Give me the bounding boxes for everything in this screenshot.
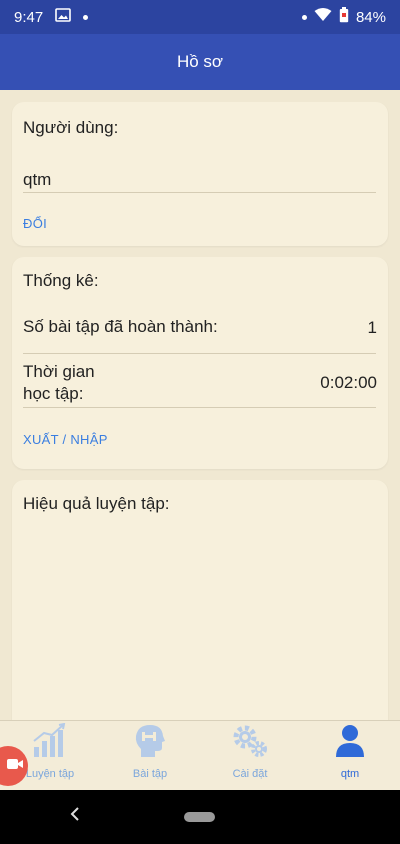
battery-percent: 84% — [355, 8, 386, 26]
username-value: qtm — [23, 170, 52, 189]
nav-item-exercises[interactable]: Bài tập — [100, 721, 200, 790]
notification-dot-icon — [301, 14, 307, 20]
export-import-button[interactable]: XUẤT / NHẬP — [23, 432, 108, 447]
completed-exercises-value: 1 — [367, 318, 377, 337]
status-time: 9:47 — [14, 8, 44, 26]
gallery-notification-icon — [55, 8, 72, 26]
nav-label: Luyện tập — [25, 768, 75, 780]
battery-icon — [339, 7, 349, 27]
study-time-value: 0:02:00 — [320, 373, 377, 392]
bottom-nav: Luyện tập Bài tập Cài đặt qtm — [0, 720, 400, 790]
chart-bars-icon — [30, 722, 70, 764]
head-dumbbell-icon — [133, 723, 167, 764]
divider — [23, 192, 376, 193]
back-icon[interactable] — [70, 806, 80, 827]
wifi-icon — [314, 8, 332, 26]
status-bar: 9:47 84% — [0, 0, 400, 34]
nav-item-settings[interactable]: Cài đặt — [200, 721, 300, 790]
nav-item-profile[interactable]: qtm — [300, 721, 400, 790]
notification-dot-icon — [83, 14, 89, 20]
effectiveness-card: Hiệu quả luyện tập: — [12, 480, 388, 720]
study-time-label: Thời gian học tập: — [23, 361, 95, 405]
stats-card: Thống kê: Số bài tập đã hoàn thành: 1 Th… — [12, 257, 388, 469]
home-button[interactable] — [184, 812, 215, 822]
study-time-label-line2: học tập: — [23, 384, 84, 403]
gears-icon — [230, 723, 270, 764]
user-card: Người dùng: qtm ĐỔI — [12, 102, 388, 246]
divider — [23, 407, 376, 408]
nav-label: qtm — [340, 768, 360, 780]
study-time-label-line1: Thời gian — [23, 362, 95, 381]
change-user-button[interactable]: ĐỔI — [23, 216, 47, 231]
stats-card-title: Thống kê: — [23, 271, 99, 290]
completed-exercises-label: Số bài tập đã hoàn thành: — [23, 317, 218, 336]
user-card-title: Người dùng: — [23, 118, 119, 137]
nav-label: Bài tập — [132, 768, 168, 780]
system-nav-bar — [0, 790, 400, 844]
divider — [23, 353, 376, 354]
person-icon — [333, 723, 367, 764]
page-title: Hồ sơ — [176, 52, 224, 71]
app-bar: Hồ sơ — [0, 34, 400, 90]
nav-label: Cài đặt — [232, 768, 268, 780]
video-camera-icon — [6, 757, 24, 776]
effectiveness-card-title: Hiệu quả luyện tập: — [23, 494, 170, 513]
profile-content[interactable]: Người dùng: qtm ĐỔI Thống kê: Số bài tập… — [0, 90, 400, 720]
